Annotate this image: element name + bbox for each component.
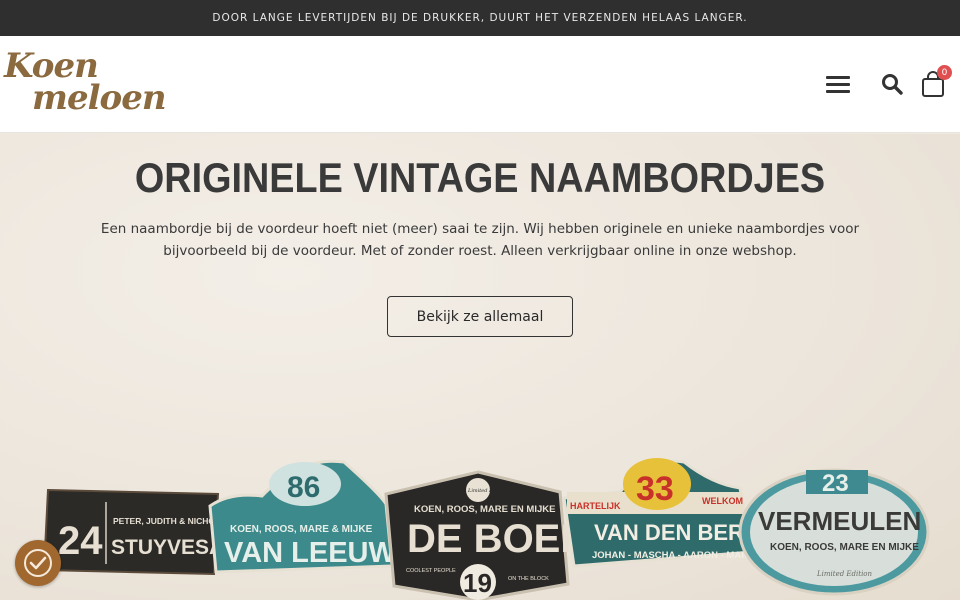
hero-title: ORIGINELE VINTAGE NAAMBORDJES — [134, 154, 826, 201]
sign-3-number: 19 — [463, 568, 492, 598]
search-icon[interactable] — [880, 72, 904, 96]
sign-3-right-note: ON THE BLOCK — [508, 576, 549, 582]
menu-icon[interactable] — [826, 76, 850, 94]
sign-4-left-note: HARTELIJK — [570, 501, 621, 511]
sign-3-top: KOEN, ROOS, MARE EN MIJKE — [414, 504, 555, 515]
sign-5-badge: Limited Edition — [816, 570, 873, 578]
sign-4-name: VAN DEN BERG — [594, 520, 761, 545]
sign-3-name: DE BOER — [407, 517, 589, 561]
announcement-bar: DOOR LANGE LEVERTIJDEN BIJ DE DRUKKER, D… — [0, 0, 960, 36]
logo[interactable]: Koen meloen — [2, 44, 167, 120]
hero-description: Een naambordje bij de voordeur hoeft nie… — [100, 221, 860, 259]
sign-1-number: 24 — [58, 519, 103, 563]
sign-4-subtitle: JOHAN - MASCHA - AARON - MARIA — [592, 550, 758, 561]
sign-3-badge: Limited Edition — [467, 488, 507, 494]
sign-showcase: 24 PETER, JUDITH & NICHOLAS STUYVESANT 8… — [42, 458, 930, 600]
sign-4-right-note: WELKOM — [702, 496, 743, 506]
accessibility-icon[interactable] — [15, 540, 61, 586]
logo-text-line2: meloen — [32, 78, 167, 118]
hero-section: ORIGINELE VINTAGE NAAMBORDJES Een naambo… — [0, 134, 960, 600]
cart-count-badge: 0 — [937, 65, 952, 80]
view-all-button[interactable]: Bekijk ze allemaal — [387, 296, 573, 337]
sign-3-left-note: COOLEST PEOPLE — [406, 568, 456, 574]
sign-2-subtitle: KOEN, ROOS, MARE & MIJKE — [230, 524, 373, 535]
announcement-text: DOOR LANGE LEVERTIJDEN BIJ DE DRUKKER, D… — [212, 12, 748, 24]
site-header: Koen meloen 0 — [0, 36, 960, 133]
sign-vermeulen[interactable]: 23 VERMEULEN KOEN, ROOS, MARE EN MIJKE L… — [738, 468, 930, 596]
sign-4-number: 33 — [636, 470, 674, 508]
sign-5-number: 23 — [822, 470, 849, 497]
sign-van-den-berg[interactable]: 33 HARTELIJK WELKOM VAN DEN BERG JOHAN -… — [562, 458, 761, 568]
sign-5-subtitle: KOEN, ROOS, MARE EN MIJKE — [770, 542, 919, 553]
sign-5-name: VERMEULEN — [758, 506, 921, 536]
sign-de-boer[interactable]: Limited Edition KOEN, ROOS, MARE EN MIJK… — [384, 470, 589, 600]
sign-2-number: 86 — [287, 471, 320, 504]
